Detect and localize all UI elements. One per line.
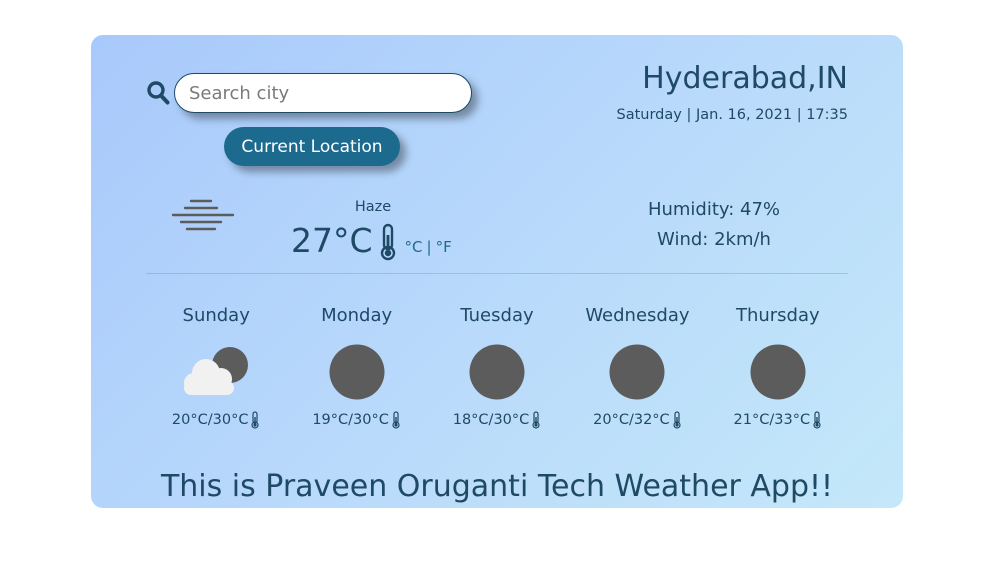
forecast-temps: 21°C/33°C xyxy=(734,411,823,429)
humidity-wind-block: Humidity: 47% Wind: 2km/h xyxy=(594,195,834,255)
thermometer-icon xyxy=(380,223,395,261)
thermometer-icon xyxy=(251,411,260,429)
forecast-temps: 18°C/30°C xyxy=(453,411,542,429)
clear-icon xyxy=(609,344,665,400)
current-temperature: 27°C xyxy=(291,221,373,260)
forecast-day: Thursday 21°C/33°C xyxy=(708,303,848,429)
partly-cloudy-icon xyxy=(184,347,249,395)
thermometer-icon xyxy=(673,411,681,429)
haze-icon xyxy=(171,199,235,231)
divider xyxy=(146,273,848,274)
forecast-day-name: Sunday xyxy=(182,305,250,326)
forecast-temps: 19°C/30°C xyxy=(312,411,401,429)
wind: Wind: 2km/h xyxy=(657,229,771,250)
forecast-day: Monday 19°C/30°C xyxy=(286,303,426,429)
thermometer-icon xyxy=(532,411,540,429)
forecast-temp-range: 19°C/30°C xyxy=(312,412,389,428)
clear-icon xyxy=(469,344,525,400)
forecast-day: Sunday 20°C/30°C xyxy=(146,303,286,429)
forecast-temp-range: 21°C/33°C xyxy=(733,412,811,428)
forecast-day-name: Thursday xyxy=(735,305,820,326)
forecast-temps: 20°C/30°C xyxy=(172,411,261,429)
search-icon[interactable] xyxy=(146,80,170,106)
unit-separator: | xyxy=(426,238,432,256)
app-tagline: This is Praveen Oruganti Tech Weather Ap… xyxy=(160,469,834,504)
celsius-toggle[interactable]: °C xyxy=(405,235,423,259)
forecast-day-name: Tuesday xyxy=(460,305,534,326)
search-input[interactable] xyxy=(174,73,472,113)
forecast-day-name: Monday xyxy=(321,305,393,326)
current-location-button[interactable]: Current Location xyxy=(224,127,400,166)
clear-icon xyxy=(750,344,806,400)
forecast-temp-range: 18°C/30°C xyxy=(452,412,530,428)
forecast-temps: 20°C/32°C xyxy=(593,411,682,429)
humidity: Humidity: 47% xyxy=(647,199,781,220)
forecast-day: Tuesday 18°C/30°C xyxy=(427,303,567,429)
clear-icon xyxy=(329,344,385,400)
forecast-day-name: Wednesday xyxy=(585,305,690,326)
weather-condition: Haze xyxy=(354,199,392,215)
current-temperature-row: 27°C °C | °F xyxy=(291,221,452,261)
search-bar xyxy=(146,73,472,113)
thermometer-icon xyxy=(813,411,821,429)
weather-card: Current Location Hyderabad,IN Saturday |… xyxy=(91,35,903,508)
forecast-temp-range: 20°C/32°C xyxy=(593,412,670,428)
forecast-temp-range: 20°C/30°C xyxy=(171,412,249,428)
fahrenheit-toggle[interactable]: °F xyxy=(436,235,452,259)
forecast-day: Wednesday 20°C/32°C xyxy=(567,303,707,429)
thermometer-icon xyxy=(392,411,400,429)
date-time: Saturday | Jan. 16, 2021 | 17:35 xyxy=(616,107,848,123)
city-name: Hyderabad,IN xyxy=(642,61,848,96)
forecast-list: Sunday 20°C/30°C Monday 19°C/30°C Tuesda… xyxy=(146,303,848,429)
